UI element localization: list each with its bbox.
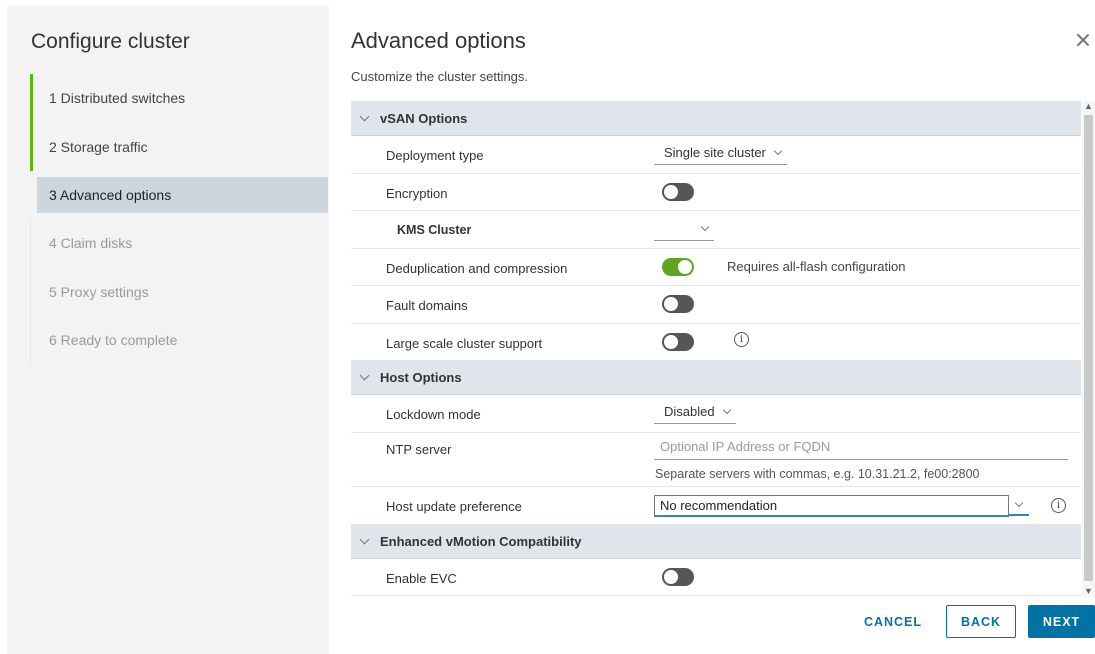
fault-domains-toggle[interactable] [662, 295, 694, 313]
step-ready-to-complete: 6 Ready to complete [30, 316, 328, 365]
lockdown-mode-select[interactable]: Disabled [654, 402, 736, 424]
ntp-helper-text: Separate servers with commas, e.g. 10.31… [655, 466, 980, 481]
section-vsan-options[interactable]: vSAN Options [351, 102, 1081, 136]
scroll-up-icon[interactable]: ▲ [1083, 101, 1094, 111]
step-storage-traffic[interactable]: 2 Storage traffic [30, 122, 328, 171]
lockdown-label: Lockdown mode [386, 407, 481, 422]
chevron-down-icon [722, 405, 731, 414]
ntp-server-input[interactable] [654, 436, 1068, 460]
kms-cluster-select[interactable] [654, 220, 714, 241]
scrollbar-thumb[interactable] [1084, 115, 1093, 581]
row-host-update-preference: Host update preference No recommendation… [351, 487, 1081, 525]
section-vsan-title: vSAN Options [380, 111, 468, 126]
options-scroll-area: vSAN Options Deployment type Single site… [351, 101, 1081, 596]
deployment-type-value: Single site cluster [664, 145, 766, 160]
step-distributed-switches[interactable]: 1 Distributed switches [30, 74, 328, 123]
update-pref-label: Host update preference [386, 498, 522, 514]
dedup-toggle[interactable] [662, 257, 694, 276]
dedup-label: Deduplication and compression [386, 260, 568, 276]
section-host-options[interactable]: Host Options [351, 361, 1081, 395]
close-icon[interactable] [1075, 32, 1091, 48]
deployment-type-label: Deployment type [386, 148, 484, 163]
vertical-scrollbar[interactable]: ▲ ▼ [1082, 101, 1095, 596]
row-fault-domains: Fault domains [351, 286, 1081, 324]
row-deployment-type: Deployment type Single site cluster [351, 136, 1081, 174]
section-evc-title: Enhanced vMotion Compatibility [380, 533, 582, 549]
info-icon[interactable]: i [734, 332, 749, 347]
row-lockdown-mode: Lockdown mode Disabled [351, 395, 1081, 433]
next-button[interactable]: NEXT [1028, 605, 1095, 638]
chevron-down-icon [359, 111, 370, 122]
enable-evc-toggle[interactable] [662, 567, 694, 586]
update-pref-chevron-box[interactable] [1009, 496, 1029, 516]
chevron-down-icon [700, 222, 710, 232]
large-scale-toggle[interactable] [662, 332, 694, 351]
update-pref-value: No recommendation [660, 497, 778, 513]
enable-evc-label: Enable EVC [386, 570, 457, 586]
section-host-title: Host Options [380, 370, 462, 385]
deployment-type-select[interactable]: Single site cluster [654, 143, 787, 165]
row-deduplication: Deduplication and compression Requires a… [351, 249, 1081, 286]
dedup-hint: Requires all-flash configuration [727, 259, 906, 274]
page-title: Advanced options [351, 28, 526, 53]
encryption-label: Encryption [386, 185, 448, 201]
encryption-toggle[interactable] [662, 182, 694, 201]
row-kms-cluster: KMS Cluster [351, 211, 1081, 249]
scroll-down-icon[interactable]: ▼ [1083, 586, 1094, 596]
page-subtitle: Customize the cluster settings. [351, 69, 529, 84]
fault-domains-label: Fault domains [386, 298, 468, 313]
section-evc[interactable]: Enhanced vMotion Compatibility [351, 524, 1081, 559]
step-claim-disks: 4 Claim disks [30, 219, 328, 268]
row-large-scale: Large scale cluster support i [351, 324, 1081, 361]
wizard-steps: 1 Distributed switches 2 Storage traffic… [30, 74, 328, 365]
host-update-preference-select[interactable]: No recommendation [654, 494, 1009, 517]
chevron-down-icon [359, 370, 370, 381]
cancel-button[interactable]: CANCEL [856, 605, 930, 638]
info-icon[interactable]: i [1051, 498, 1066, 513]
row-ntp-server: NTP server Separate servers with commas,… [351, 433, 1081, 487]
step-proxy-settings: 5 Proxy settings [30, 267, 328, 316]
kms-cluster-label: KMS Cluster [397, 223, 472, 237]
large-scale-label: Large scale cluster support [386, 335, 543, 351]
chevron-down-icon [359, 534, 370, 544]
wizard-title: Configure cluster [31, 30, 190, 53]
ntp-label: NTP server [386, 441, 452, 457]
step-advanced-options[interactable]: 3 Advanced options [37, 177, 328, 213]
lockdown-value: Disabled [664, 404, 715, 419]
chevron-down-icon [773, 146, 783, 155]
chevron-down-icon [1014, 498, 1024, 507]
row-enable-evc: Enable EVC [351, 559, 1081, 596]
row-encryption: Encryption [351, 174, 1081, 211]
back-button[interactable]: BACK [946, 605, 1016, 638]
